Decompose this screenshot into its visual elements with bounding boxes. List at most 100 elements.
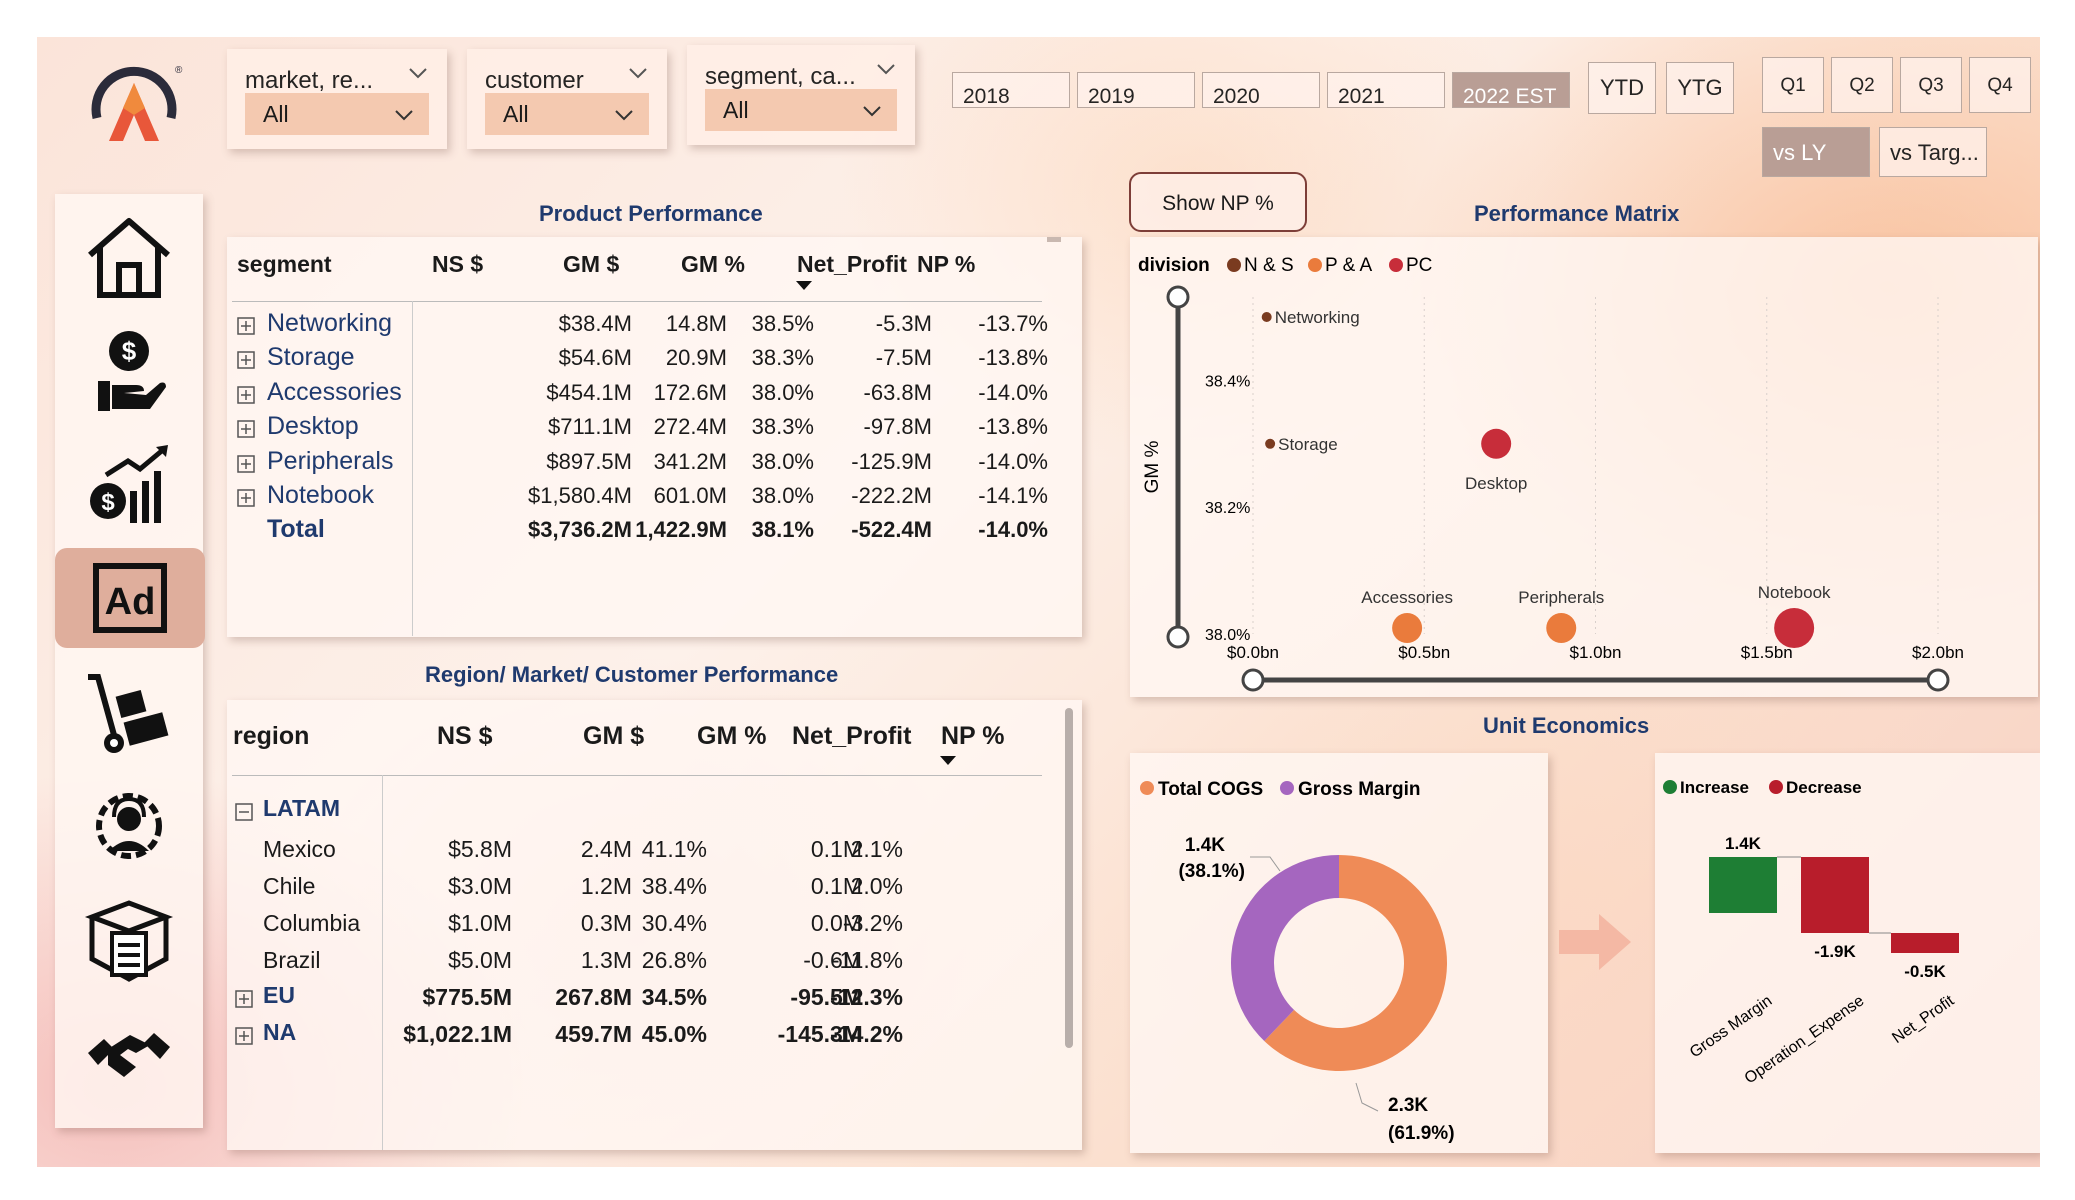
legend-marker: [1140, 781, 1154, 795]
cell-np: -7.5M: [875, 345, 932, 371]
y-range-slider-handle[interactable]: [1166, 285, 1190, 309]
chevron-down-icon[interactable]: [875, 59, 897, 79]
vs-target-button[interactable]: vs Targ...: [1879, 127, 1987, 177]
cell-npp: -3.2%: [842, 910, 903, 936]
cell-npp: -12.3%: [830, 984, 903, 1010]
year-button-2022-est[interactable]: 2022 EST: [1452, 72, 1570, 108]
market-slicer-value[interactable]: All: [245, 93, 429, 135]
table-row[interactable]: Mexico $5.8M 2.4M 41.1% 0.1M 2.1%: [227, 832, 1047, 868]
total-npp: -14.0%: [978, 517, 1048, 543]
col-header-np[interactable]: NP %: [941, 722, 1004, 751]
col-header-net-profit[interactable]: Net_Profit: [792, 722, 911, 751]
waterfall-chart: Increase Decrease1.4KGross Margin-1.9KOpe…: [1663, 778, 1959, 1087]
table-row[interactable]: Accessories $454.1M 172.6M 38.0% -63.8M -14.0…: [227, 376, 1048, 410]
expand-icon[interactable]: [237, 386, 255, 404]
donut-slice[interactable]: [1231, 855, 1339, 1041]
nav-partners[interactable]: [55, 1000, 203, 1100]
table-row[interactable]: Peripherals $897.5M 341.2M 38.0% -125.9M -14.…: [227, 445, 1048, 479]
data-point[interactable]: [1481, 428, 1512, 459]
expand-icon[interactable]: [237, 351, 255, 370]
group-row-latam[interactable]: LATAM: [227, 793, 1047, 829]
nav-supply-chain[interactable]: [55, 664, 203, 764]
customer-slicer[interactable]: customer All: [467, 49, 667, 149]
legend-label[interactable]: Increase: [1680, 778, 1749, 797]
segment-slicer-value[interactable]: All: [705, 89, 897, 131]
legend-label[interactable]: Gross Margin: [1298, 779, 1420, 800]
chevron-down-icon[interactable]: [627, 63, 649, 83]
segment-name: Networking: [267, 309, 393, 337]
table-row[interactable]: Notebook $1,580.4M 601.0M 38.0% -222.2M -14.1…: [227, 479, 1048, 513]
vs-ly-button[interactable]: vs LY: [1762, 127, 1870, 177]
expand-icon[interactable]: [235, 990, 253, 1008]
table-row[interactable]: Storage $54.6M 20.9M 38.3% -7.5M -13.8%: [227, 341, 1048, 375]
customer-slicer-value[interactable]: All: [485, 93, 649, 135]
data-point[interactable]: [1546, 613, 1577, 643]
data-point[interactable]: [1392, 613, 1423, 643]
group-row-eu[interactable]: EU $775.5M 267.8M 34.5% -95.5M -12.3%: [227, 980, 1047, 1016]
legend-label[interactable]: Total COGS: [1158, 779, 1263, 800]
performance-matrix-chart: division N & S P & A PC $0.0bn $0.5bn $1.0bn $1…: [1138, 255, 1964, 692]
ytd-button[interactable]: YTD: [1588, 62, 1656, 114]
nav-finance[interactable]: $: [55, 320, 203, 420]
year-button-2021[interactable]: 2021: [1327, 72, 1445, 108]
col-header-gm[interactable]: GM $: [563, 251, 619, 278]
y-tick-label: 38.2%: [1205, 500, 1250, 517]
vertical-scrollbar[interactable]: [1065, 708, 1073, 1048]
x-range-slider-handle[interactable]: [1241, 668, 1265, 692]
scroll-handle[interactable]: [1047, 237, 1061, 245]
nav-sales[interactable]: $: [55, 434, 203, 534]
slice-value-label: 1.4K: [1185, 835, 1225, 856]
q3-button[interactable]: Q3: [1900, 57, 1962, 113]
expand-icon[interactable]: [237, 420, 255, 438]
table-row[interactable]: Networking $38.4M 14.8M 38.5% -5.3M -13.7%: [227, 307, 1048, 341]
cell-ns: $1,022.1M: [403, 1021, 512, 1047]
legend-label[interactable]: N & S: [1244, 255, 1294, 276]
legend-label[interactable]: Decrease: [1786, 778, 1862, 797]
expand-icon[interactable]: [237, 454, 255, 473]
year-button-2020[interactable]: 2020: [1202, 72, 1320, 108]
table-row[interactable]: Desktop $711.1M 272.4M 38.3% -97.8M -13.8%: [227, 410, 1048, 444]
waterfall-bar[interactable]: [1709, 857, 1777, 913]
col-header-np[interactable]: NP %: [917, 251, 975, 278]
chevron-down-icon[interactable]: [407, 63, 429, 83]
waterfall-bar[interactable]: [1801, 857, 1869, 933]
region-name: EU: [263, 982, 295, 1008]
legend-label[interactable]: PC: [1406, 255, 1432, 276]
legend-label[interactable]: P & A: [1325, 255, 1373, 276]
year-button-2018[interactable]: 2018: [952, 72, 1070, 108]
group-row-na[interactable]: NA $1,022.1M 459.7M 45.0% -145.3M -14.2%: [227, 1017, 1047, 1053]
ytg-button[interactable]: YTG: [1666, 62, 1734, 114]
col-header-ns[interactable]: NS $: [432, 251, 483, 278]
q1-button[interactable]: Q1: [1762, 57, 1824, 113]
q4-button[interactable]: Q4: [1969, 57, 2031, 113]
table-row[interactable]: Chile $3.0M 1.2M 38.4% 0.1M 2.0%: [227, 869, 1047, 905]
col-header-net-profit[interactable]: Net_Profit: [797, 251, 907, 278]
waterfall-bar[interactable]: [1891, 933, 1959, 953]
table-row[interactable]: Columbia $1.0M 0.3M 30.4% 0.0M -3.2%: [227, 906, 1047, 942]
expand-icon[interactable]: [235, 1027, 253, 1045]
q2-button[interactable]: Q2: [1831, 57, 1893, 113]
nav-inventory[interactable]: [55, 890, 203, 990]
market-slicer[interactable]: market, re... All: [227, 49, 447, 149]
nav-customer-support[interactable]: [55, 776, 203, 876]
year-button-2019[interactable]: 2019: [1077, 72, 1195, 108]
x-range-slider-handle[interactable]: [1926, 668, 1950, 692]
collapse-icon[interactable]: [235, 803, 253, 821]
col-header-gmp[interactable]: GM %: [681, 251, 745, 278]
data-point[interactable]: [1261, 312, 1272, 322]
data-point[interactable]: [1265, 438, 1276, 449]
expand-icon[interactable]: [237, 317, 255, 335]
col-header-gmp[interactable]: GM %: [697, 722, 766, 751]
data-point[interactable]: [1774, 608, 1815, 648]
col-header-region[interactable]: region: [233, 722, 309, 751]
nav-home[interactable]: [55, 208, 203, 308]
y-range-slider-handle[interactable]: [1166, 625, 1190, 649]
nav-marketing[interactable]: Ad: [55, 548, 205, 648]
expand-icon[interactable]: [237, 489, 255, 507]
table-row[interactable]: Brazil $5.0M 1.3M 26.8% -0.6M -11.8%: [227, 943, 1047, 979]
show-np-percent-button[interactable]: Show NP %: [1129, 172, 1307, 232]
col-header-segment[interactable]: segment: [237, 251, 332, 278]
col-header-gm[interactable]: GM $: [583, 722, 644, 751]
segment-slicer[interactable]: segment, ca... All: [687, 45, 915, 145]
col-header-ns[interactable]: NS $: [437, 722, 493, 751]
